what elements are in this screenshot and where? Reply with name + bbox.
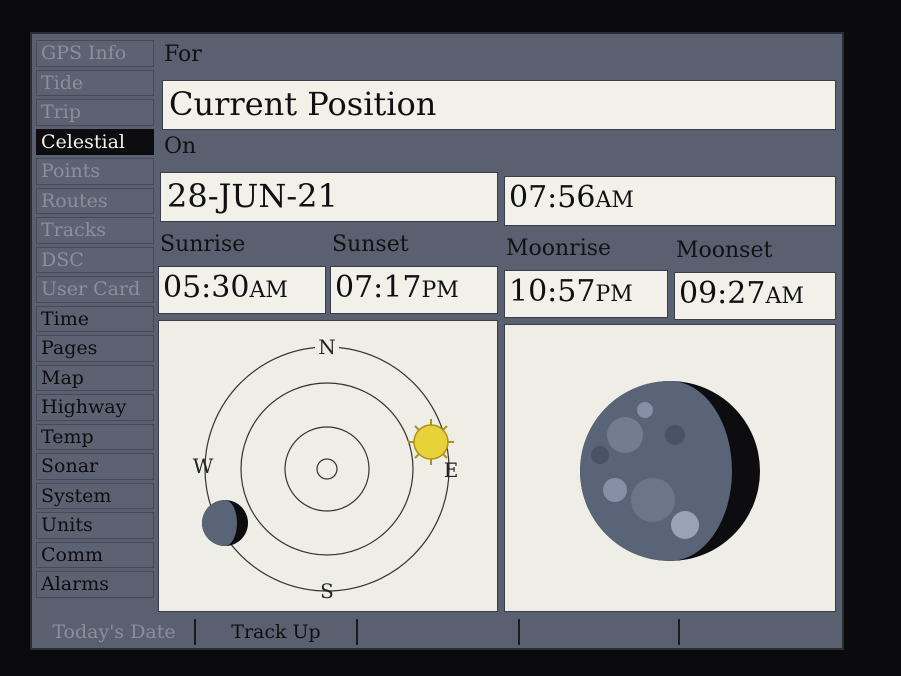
moonrise-time: 10:57 (509, 274, 596, 309)
on-label: On (164, 134, 197, 159)
sidebar-item-temp[interactable]: Temp (36, 423, 154, 450)
east-label: E (444, 458, 459, 482)
sidebar-item-celestial[interactable]: Celestial (36, 128, 154, 155)
moonset-time: 09:27 (679, 276, 766, 311)
sidebar-item-alarms[interactable]: Alarms (36, 571, 154, 598)
sidebar-item-pages[interactable]: Pages (36, 335, 154, 362)
sunrise-ampm: AM (249, 278, 288, 303)
sunset-time: 07:17 (335, 270, 422, 305)
sidebar-item-points[interactable]: Points (36, 158, 154, 185)
sidebar-item-highway[interactable]: Highway (36, 394, 154, 421)
sunset-ampm: PM (421, 278, 459, 303)
sidebar-item-system[interactable]: System (36, 482, 154, 509)
moon-phase-panel (504, 324, 836, 612)
position-field[interactable]: Current Position (162, 80, 836, 130)
sunset-field: 07:17PM (330, 266, 498, 314)
sidebar-item-units[interactable]: Units (36, 512, 154, 539)
sidebar-item-user-card[interactable]: User Card (36, 276, 154, 303)
date-field[interactable]: 28-JUN-21 (160, 172, 498, 222)
sidebar-item-dsc[interactable]: DSC (36, 246, 154, 273)
sky-chart: N S E W (193, 335, 459, 603)
softkey-4[interactable] (520, 619, 680, 645)
moon-phase-graphic (580, 381, 760, 561)
sidebar-item-gps-info[interactable]: GPS Info (36, 40, 154, 67)
west-label: W (193, 454, 214, 478)
softkey-5[interactable] (680, 619, 840, 645)
moon-phase-icon (580, 381, 760, 561)
sidebar-menu: GPS Info Tide Trip Celestial Points Rout… (36, 40, 154, 601)
sidebar-item-routes[interactable]: Routes (36, 187, 154, 214)
sidebar-item-trip[interactable]: Trip (36, 99, 154, 126)
sidebar-item-comm[interactable]: Comm (36, 541, 154, 568)
north-label: N (318, 335, 336, 359)
sky-chart-panel: N S E W (158, 320, 498, 612)
gps-screen: GPS Info Tide Trip Celestial Points Rout… (30, 32, 844, 650)
bottom-softkey-bar: Today's Date Track Up (34, 619, 840, 647)
sidebar-item-map[interactable]: Map (36, 364, 154, 391)
moonset-field: 09:27AM (674, 272, 836, 320)
time-value: 07:56 (509, 180, 596, 215)
time-field[interactable]: 07:56AM (504, 176, 836, 226)
moonrise-field: 10:57PM (504, 270, 668, 318)
sunset-label: Sunset (332, 232, 409, 257)
zenith-marker (316, 458, 338, 480)
sidebar-item-tracks[interactable]: Tracks (36, 217, 154, 244)
sidebar-item-time[interactable]: Time (36, 305, 154, 332)
sunrise-field: 05:30AM (158, 266, 326, 314)
for-label: For (164, 42, 202, 67)
sidebar-item-tide[interactable]: Tide (36, 69, 154, 96)
altitude-ring-60 (284, 426, 370, 512)
time-ampm: AM (595, 188, 634, 213)
softkey-3[interactable] (358, 619, 520, 645)
moonset-ampm: AM (765, 284, 804, 309)
south-label: S (320, 579, 334, 603)
small-moon-icon (202, 500, 248, 546)
altitude-ring-30 (240, 382, 414, 556)
sidebar-item-sonar[interactable]: Sonar (36, 453, 154, 480)
moonset-label: Moonset (676, 238, 773, 263)
moonrise-label: Moonrise (506, 236, 612, 261)
todays-date-button[interactable]: Today's Date (34, 619, 196, 645)
moonrise-ampm: PM (595, 282, 633, 307)
sunrise-label: Sunrise (160, 232, 246, 257)
track-up-button[interactable]: Track Up (196, 619, 358, 645)
sunrise-time: 05:30 (163, 270, 250, 305)
